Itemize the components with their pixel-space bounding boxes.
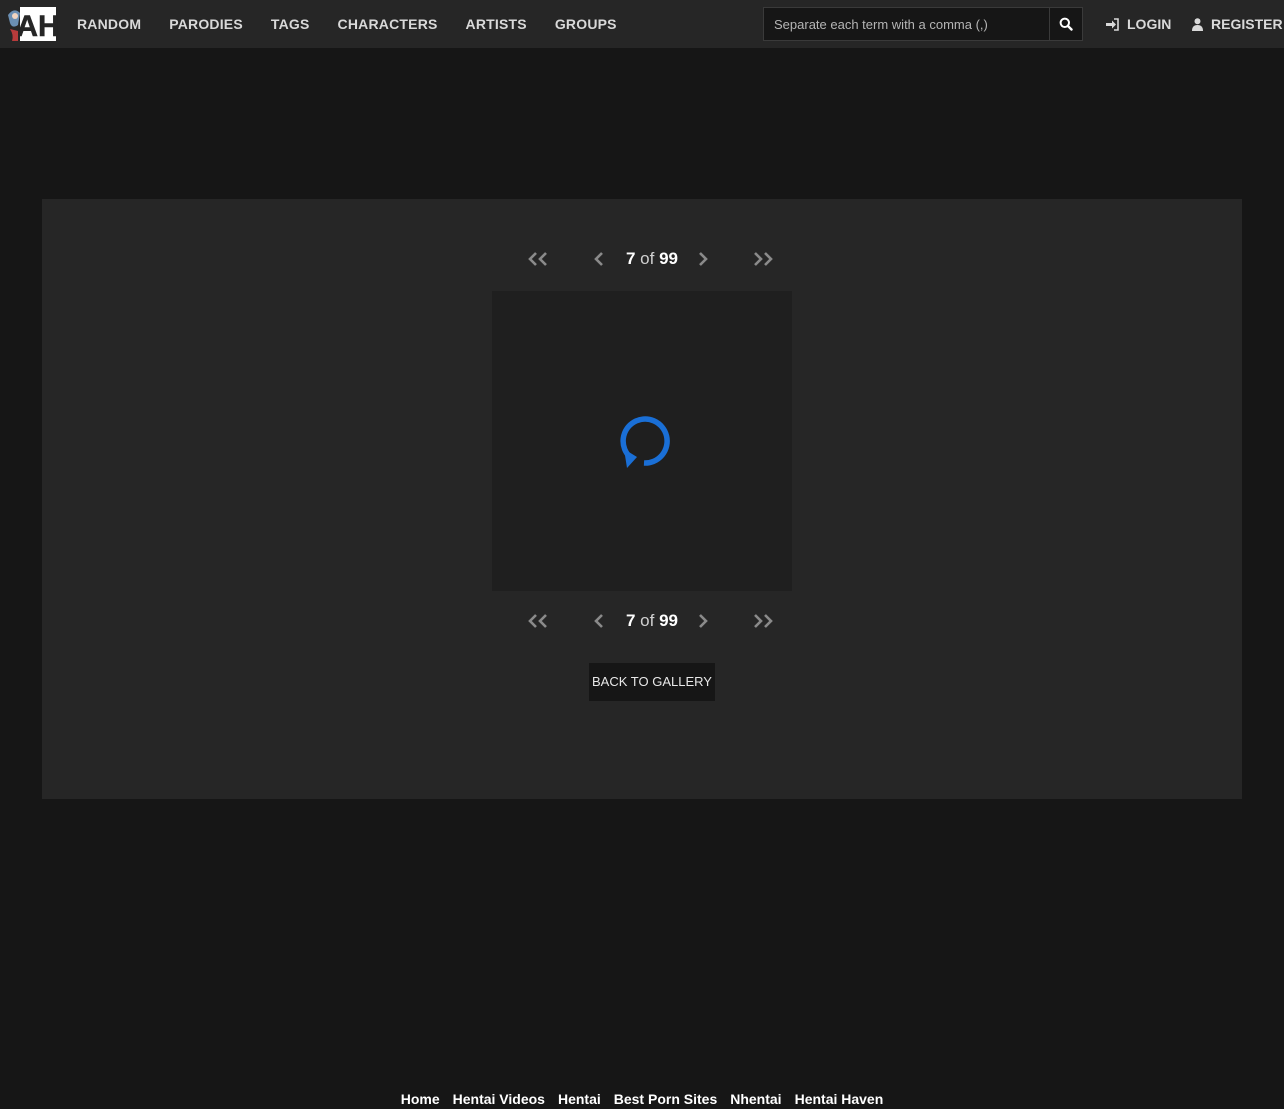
chevron-left-icon bbox=[594, 252, 603, 266]
nav-groups[interactable]: GROUPS bbox=[541, 0, 631, 48]
double-chevron-right-icon bbox=[754, 252, 773, 266]
last-page-button[interactable] bbox=[748, 611, 778, 631]
of-label: of bbox=[640, 249, 655, 268]
first-page-button[interactable] bbox=[525, 611, 555, 631]
pagination-top: 7 of 99 bbox=[522, 246, 773, 272]
pagination-bottom: 7 of 99 bbox=[522, 608, 773, 634]
first-page-button[interactable] bbox=[525, 249, 555, 269]
register-label: REGISTER bbox=[1211, 16, 1283, 32]
chevron-right-icon bbox=[699, 252, 708, 266]
site-logo[interactable]: AH bbox=[6, 5, 60, 43]
loading-spinner-icon bbox=[620, 416, 670, 468]
back-to-gallery-button[interactable]: BACK TO GALLERY bbox=[589, 663, 715, 701]
search-icon bbox=[1059, 17, 1073, 31]
login-link[interactable]: LOGIN bbox=[1106, 0, 1171, 48]
chevron-left-icon bbox=[594, 614, 603, 628]
footer-link-nhentai[interactable]: Nhentai bbox=[730, 1090, 781, 1109]
of-label: of bbox=[640, 611, 655, 630]
page-counter: 7 of 99 bbox=[614, 246, 690, 272]
main-nav: RANDOM PARODIES TAGS CHARACTERS ARTISTS … bbox=[63, 0, 631, 48]
next-page-button[interactable] bbox=[688, 249, 718, 269]
double-chevron-left-icon bbox=[528, 614, 547, 628]
footer-link-hentai-haven[interactable]: Hentai Haven bbox=[795, 1090, 884, 1109]
total-pages: 99 bbox=[659, 611, 679, 630]
page-counter: 7 of 99 bbox=[614, 608, 690, 634]
login-label: LOGIN bbox=[1127, 16, 1172, 32]
nav-characters[interactable]: CHARACTERS bbox=[324, 0, 452, 48]
footer-link-hentai[interactable]: Hentai bbox=[558, 1090, 601, 1109]
total-pages: 99 bbox=[659, 249, 679, 268]
nav-parodies[interactable]: PARODIES bbox=[155, 0, 257, 48]
reader-panel: 7 of 99 7 of 99 BACK TO GALLERY bbox=[42, 199, 1242, 799]
nav-artists[interactable]: ARTISTS bbox=[452, 0, 541, 48]
user-icon bbox=[1192, 17, 1203, 31]
current-page: 7 bbox=[625, 611, 636, 630]
search-input[interactable] bbox=[763, 7, 1050, 41]
search-form bbox=[763, 7, 1083, 41]
search-button[interactable] bbox=[1050, 7, 1083, 41]
logo-text: AH bbox=[16, 10, 58, 43]
next-page-button[interactable] bbox=[688, 611, 718, 631]
prev-page-button[interactable] bbox=[585, 611, 615, 631]
last-page-button[interactable] bbox=[748, 249, 778, 269]
footer-link-home[interactable]: Home bbox=[401, 1090, 440, 1109]
current-page: 7 bbox=[625, 249, 636, 268]
chevron-right-icon bbox=[699, 614, 708, 628]
footer-link-hentai-videos[interactable]: Hentai Videos bbox=[453, 1090, 545, 1109]
top-navbar: AH RANDOM PARODIES TAGS CHARACTERS ARTIS… bbox=[0, 0, 1284, 48]
double-chevron-left-icon bbox=[528, 252, 547, 266]
prev-page-button[interactable] bbox=[585, 249, 615, 269]
footer-links: Home Hentai Videos Hentai Best Porn Site… bbox=[0, 1090, 1284, 1109]
nav-tags[interactable]: TAGS bbox=[257, 0, 324, 48]
double-chevron-right-icon bbox=[754, 614, 773, 628]
nav-random[interactable]: RANDOM bbox=[63, 0, 155, 48]
page-image[interactable] bbox=[492, 291, 792, 591]
register-link[interactable]: REGISTER bbox=[1192, 0, 1283, 48]
sign-in-icon bbox=[1106, 17, 1119, 31]
footer-link-best-porn-sites[interactable]: Best Porn Sites bbox=[614, 1090, 717, 1109]
